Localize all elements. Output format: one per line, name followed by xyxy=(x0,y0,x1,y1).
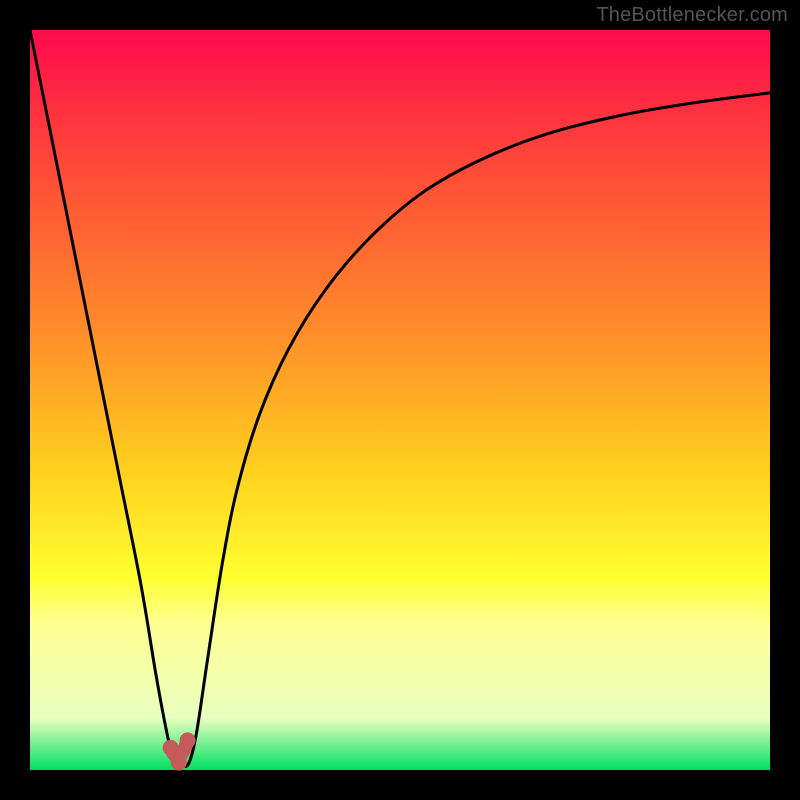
right-foot-dot xyxy=(180,732,196,748)
plot-background xyxy=(30,30,770,770)
bottleneck-chart xyxy=(0,0,800,800)
watermark-text: TheBottlenecker.com xyxy=(596,4,788,27)
chart-frame: TheBottlenecker.com xyxy=(0,0,800,800)
left-foot-dot xyxy=(163,740,179,756)
u-bottom-dot xyxy=(171,755,187,771)
